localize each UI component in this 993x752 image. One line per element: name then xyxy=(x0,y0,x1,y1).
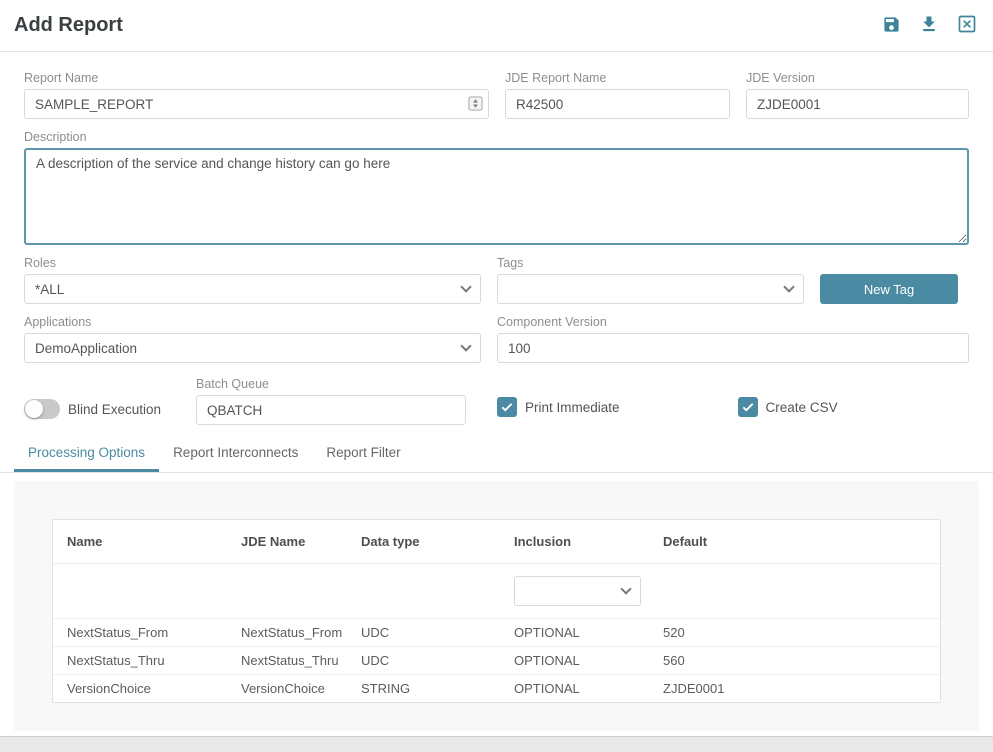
component-version-label: Component Version xyxy=(497,315,969,329)
processing-options-panel: Name JDE Name Data type Inclusion Defaul… xyxy=(14,481,979,731)
tags-label: Tags xyxy=(497,256,804,270)
toggle-knob xyxy=(25,400,43,418)
download-button[interactable] xyxy=(917,12,941,39)
component-version-input[interactable] xyxy=(497,333,969,363)
description-textarea[interactable]: A description of the service and change … xyxy=(24,148,969,245)
jde-version-field: JDE Version xyxy=(746,71,969,119)
print-immediate-checkbox[interactable]: Print Immediate xyxy=(497,397,620,417)
roles-field: Roles *ALL xyxy=(24,256,481,304)
table-row[interactable]: NextStatus_Thru NextStatus_Thru UDC OPTI… xyxy=(53,647,940,675)
table-row[interactable]: NextStatus_From NextStatus_From UDC OPTI… xyxy=(53,619,940,647)
roles-select[interactable]: *ALL xyxy=(24,274,481,304)
component-version-field: Component Version xyxy=(497,315,969,363)
cell-data-type: STRING xyxy=(347,675,500,703)
processing-options-table: Name JDE Name Data type Inclusion Defaul… xyxy=(53,520,940,702)
jde-version-label: JDE Version xyxy=(746,71,969,85)
column-header-default: Default xyxy=(649,520,940,564)
tab-report-interconnects[interactable]: Report Interconnects xyxy=(159,435,312,472)
new-tag-button[interactable]: New Tag xyxy=(820,274,958,304)
column-header-jde-name: JDE Name xyxy=(227,520,347,564)
chevron-down-icon xyxy=(620,583,631,594)
cell-name: NextStatus_Thru xyxy=(53,647,227,675)
jde-report-name-label: JDE Report Name xyxy=(505,71,730,85)
close-icon xyxy=(957,14,977,37)
report-name-input[interactable] xyxy=(24,89,489,119)
cell-default: 560 xyxy=(649,647,940,675)
tab-bar: Processing Options Report Interconnects … xyxy=(0,435,993,473)
description-field: Description A description of the service… xyxy=(24,130,969,245)
cell-inclusion: OPTIONAL xyxy=(500,647,649,675)
tab-processing-options[interactable]: Processing Options xyxy=(14,435,159,472)
checkbox-checked-icon xyxy=(497,397,517,417)
cell-data-type: UDC xyxy=(347,647,500,675)
header-actions xyxy=(880,12,979,39)
cell-data-type: UDC xyxy=(347,619,500,647)
add-report-page: Add Report Report Name xyxy=(0,0,993,737)
processing-options-table-card: Name JDE Name Data type Inclusion Defaul… xyxy=(52,519,941,703)
save-icon xyxy=(882,15,901,37)
cell-inclusion: OPTIONAL xyxy=(500,675,649,703)
create-csv-checkbox[interactable]: Create CSV xyxy=(738,397,838,417)
tab-report-filter[interactable]: Report Filter xyxy=(312,435,414,472)
cell-inclusion: OPTIONAL xyxy=(500,619,649,647)
jde-report-name-input[interactable] xyxy=(505,89,730,119)
jde-report-name-field: JDE Report Name xyxy=(505,71,730,119)
cell-default: ZJDE0001 xyxy=(649,675,940,703)
column-header-inclusion: Inclusion xyxy=(500,520,649,564)
cell-jde-name: NextStatus_From xyxy=(227,619,347,647)
batch-queue-input[interactable] xyxy=(196,395,466,425)
download-icon xyxy=(919,14,939,37)
header: Add Report xyxy=(0,0,993,52)
table-filter-row xyxy=(53,564,940,619)
table-header-row: Name JDE Name Data type Inclusion Defaul… xyxy=(53,520,940,564)
checkbox-checked-icon xyxy=(738,397,758,417)
chevron-down-icon xyxy=(460,281,471,292)
report-form: Report Name JDE Report Name JDE Version … xyxy=(0,52,993,425)
applications-label: Applications xyxy=(24,315,481,329)
report-name-field: Report Name xyxy=(24,71,489,119)
chevron-down-icon xyxy=(783,281,794,292)
table-row[interactable]: VersionChoice VersionChoice STRING OPTIO… xyxy=(53,675,940,703)
close-button[interactable] xyxy=(955,12,979,39)
cell-jde-name: VersionChoice xyxy=(227,675,347,703)
column-header-data-type: Data type xyxy=(347,520,500,564)
batch-queue-label: Batch Queue xyxy=(196,377,466,391)
blind-execution-label: Blind Execution xyxy=(68,402,161,417)
roles-select-value: *ALL xyxy=(35,282,64,297)
description-label: Description xyxy=(24,130,969,144)
page-title: Add Report xyxy=(14,14,123,37)
chevron-down-icon xyxy=(460,340,471,351)
batch-queue-field: Batch Queue xyxy=(196,377,466,425)
applications-select-value: DemoApplication xyxy=(35,341,137,356)
tags-field: Tags xyxy=(497,256,804,304)
applications-select[interactable]: DemoApplication xyxy=(24,333,481,363)
inclusion-filter-select[interactable] xyxy=(514,576,641,606)
execution-options-row: Blind Execution Batch Queue Print Immedi… xyxy=(24,377,969,425)
blind-execution-toggle[interactable] xyxy=(24,399,60,419)
cell-name: NextStatus_From xyxy=(53,619,227,647)
column-header-name: Name xyxy=(53,520,227,564)
jde-version-input[interactable] xyxy=(746,89,969,119)
cell-default: 520 xyxy=(649,619,940,647)
tags-select[interactable] xyxy=(497,274,804,304)
save-button[interactable] xyxy=(880,13,903,39)
roles-label: Roles xyxy=(24,256,481,270)
create-csv-label: Create CSV xyxy=(766,400,838,415)
applications-field: Applications DemoApplication xyxy=(24,315,481,363)
report-name-label: Report Name xyxy=(24,71,489,85)
cell-jde-name: NextStatus_Thru xyxy=(227,647,347,675)
cell-name: VersionChoice xyxy=(53,675,227,703)
print-immediate-label: Print Immediate xyxy=(525,400,620,415)
